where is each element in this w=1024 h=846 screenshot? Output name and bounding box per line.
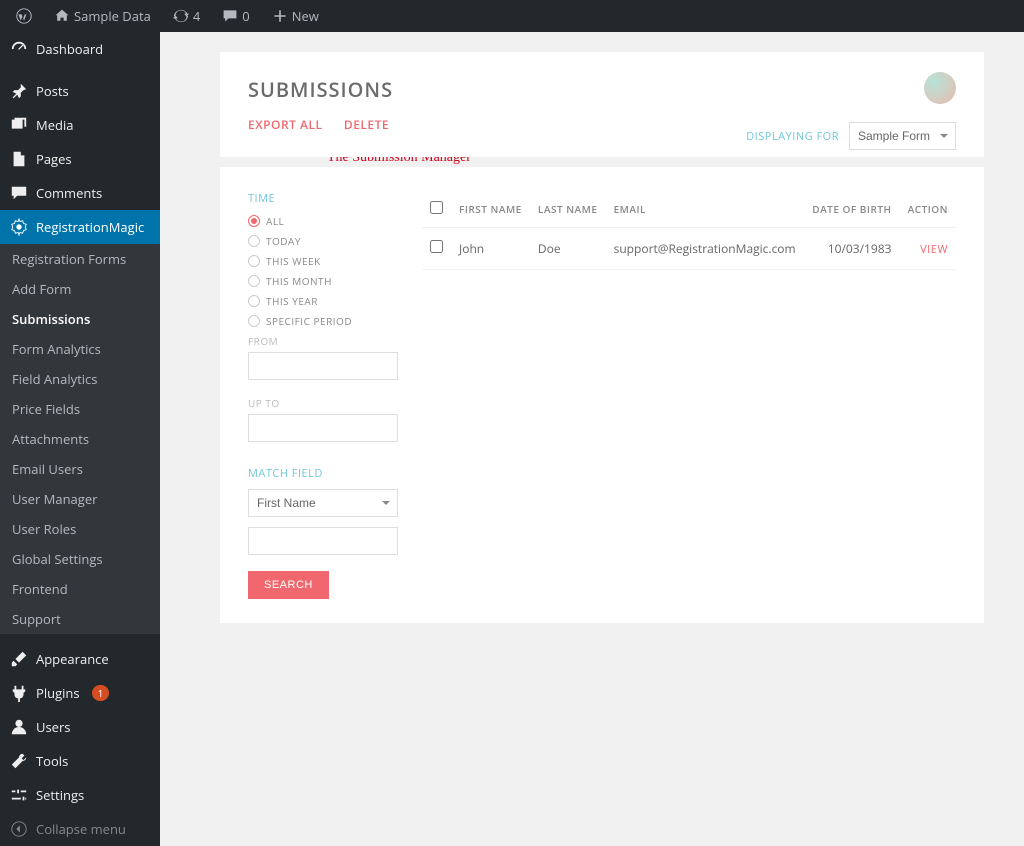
menu-collapse[interactable]: Collapse menu xyxy=(0,812,160,846)
displaying-for-label: DISPLAYING FOR xyxy=(746,129,839,144)
match-field-label: MATCH FIELD xyxy=(248,466,398,481)
menu-tools[interactable]: Tools xyxy=(0,744,160,778)
submenu-support[interactable]: Support xyxy=(0,604,160,634)
comment-icon xyxy=(222,8,238,24)
plugins-badge: 1 xyxy=(92,685,110,701)
menu-posts[interactable]: Posts xyxy=(0,74,160,108)
submenu-frontend[interactable]: Frontend xyxy=(0,574,160,604)
sliders-icon xyxy=(10,786,28,804)
plug-icon xyxy=(10,684,28,702)
dashboard-icon xyxy=(10,40,28,58)
home-icon xyxy=(54,8,70,24)
media-icon xyxy=(10,116,28,134)
menu-pages[interactable]: Pages xyxy=(0,142,160,176)
cell-email: support@RegistrationMagic.com xyxy=(606,228,804,270)
site-name[interactable]: Sample Data xyxy=(46,0,159,32)
time-option-month[interactable]: THIS MONTH xyxy=(248,274,398,288)
wp-logo[interactable] xyxy=(8,0,40,32)
time-option-year[interactable]: THIS YEAR xyxy=(248,294,398,308)
submenu-add-form[interactable]: Add Form xyxy=(0,274,160,304)
collapse-icon xyxy=(10,820,28,838)
select-all-checkbox[interactable] xyxy=(430,201,443,214)
cell-dob: 10/03/1983 xyxy=(804,228,899,270)
submenu-field-analytics[interactable]: Field Analytics xyxy=(0,364,160,394)
col-first-name: FIRST NAME xyxy=(451,191,530,228)
plus-icon xyxy=(272,8,288,24)
col-dob: DATE OF BIRTH xyxy=(804,191,899,228)
upto-input[interactable] xyxy=(248,414,398,442)
submenu-user-roles[interactable]: User Roles xyxy=(0,514,160,544)
submenu-email-users[interactable]: Email Users xyxy=(0,454,160,484)
submissions-table-wrap: FIRST NAME LAST NAME EMAIL DATE OF BIRTH… xyxy=(422,191,956,599)
time-option-today[interactable]: TODAY xyxy=(248,234,398,248)
page-icon xyxy=(10,150,28,168)
submenu-attachments[interactable]: Attachments xyxy=(0,424,160,454)
new-content[interactable]: New xyxy=(264,0,327,32)
form-selector[interactable]: Sample Form xyxy=(849,122,956,150)
avatar[interactable] xyxy=(924,72,956,104)
menu-appearance[interactable]: Appearance xyxy=(0,642,160,676)
brush-icon xyxy=(10,650,28,668)
cell-first-name: John xyxy=(451,228,530,270)
view-link[interactable]: VIEW xyxy=(920,242,948,257)
gear-icon xyxy=(10,218,28,236)
delete-link[interactable]: DELETE xyxy=(344,116,389,133)
match-field-select[interactable]: First Name xyxy=(248,489,398,517)
upto-label: UP TO xyxy=(248,396,398,410)
main-content: The Submission Manager Make sure the rig… xyxy=(160,32,1024,846)
time-option-all[interactable]: ALL xyxy=(248,214,398,228)
from-input[interactable] xyxy=(248,352,398,380)
submenu-price-fields[interactable]: Price Fields xyxy=(0,394,160,424)
cell-last-name: Doe xyxy=(530,228,606,270)
col-last-name: LAST NAME xyxy=(530,191,606,228)
menu-media[interactable]: Media xyxy=(0,108,160,142)
page-title: SUBMISSIONS xyxy=(248,76,956,103)
menu-comments[interactable]: Comments xyxy=(0,176,160,210)
pin-icon xyxy=(10,82,28,100)
submenu-registration-forms[interactable]: Registration Forms xyxy=(0,244,160,274)
submenu-submissions[interactable]: Submissions xyxy=(0,304,160,334)
export-all-link[interactable]: EXPORT ALL xyxy=(248,116,323,133)
filter-sidebar: TIME ALL TODAY THIS WEEK THIS MONTH THIS… xyxy=(248,191,398,599)
comments-count[interactable]: 0 xyxy=(214,0,257,32)
wrench-icon xyxy=(10,752,28,770)
admin-bar: Sample Data 4 0 New xyxy=(0,0,1024,32)
submenu-form-analytics[interactable]: Form Analytics xyxy=(0,334,160,364)
search-button[interactable]: SEARCH xyxy=(248,571,329,599)
table-row: John Doe support@RegistrationMagic.com 1… xyxy=(422,228,956,270)
submissions-header-panel: SUBMISSIONS EXPORT ALL DELETE DISPLAYING… xyxy=(220,52,984,157)
admin-sidebar: Dashboard Posts Media Pages Comments Reg… xyxy=(0,32,160,846)
user-icon xyxy=(10,718,28,736)
refresh-icon xyxy=(173,8,189,24)
match-value-input[interactable] xyxy=(248,527,398,555)
wordpress-icon xyxy=(16,8,32,24)
time-label: TIME xyxy=(248,191,398,206)
menu-registrationmagic[interactable]: RegistrationMagic xyxy=(0,210,160,244)
time-option-week[interactable]: THIS WEEK xyxy=(248,254,398,268)
submissions-body-panel: TIME ALL TODAY THIS WEEK THIS MONTH THIS… xyxy=(220,167,984,623)
col-email: EMAIL xyxy=(606,191,804,228)
from-label: FROM xyxy=(248,334,398,348)
menu-users[interactable]: Users xyxy=(0,710,160,744)
col-action: ACTION xyxy=(900,191,957,228)
row-checkbox[interactable] xyxy=(430,240,443,253)
submenu-global-settings[interactable]: Global Settings xyxy=(0,544,160,574)
submenu-user-manager[interactable]: User Manager xyxy=(0,484,160,514)
comment-icon xyxy=(10,184,28,202)
time-option-specific[interactable]: SPECIFIC PERIOD xyxy=(248,314,398,328)
menu-plugins[interactable]: Plugins1 xyxy=(0,676,160,710)
submenu-registrationmagic: Registration Forms Add Form Submissions … xyxy=(0,244,160,634)
menu-settings[interactable]: Settings xyxy=(0,778,160,812)
menu-dashboard[interactable]: Dashboard xyxy=(0,32,160,66)
updates[interactable]: 4 xyxy=(165,0,208,32)
submissions-table: FIRST NAME LAST NAME EMAIL DATE OF BIRTH… xyxy=(422,191,956,270)
